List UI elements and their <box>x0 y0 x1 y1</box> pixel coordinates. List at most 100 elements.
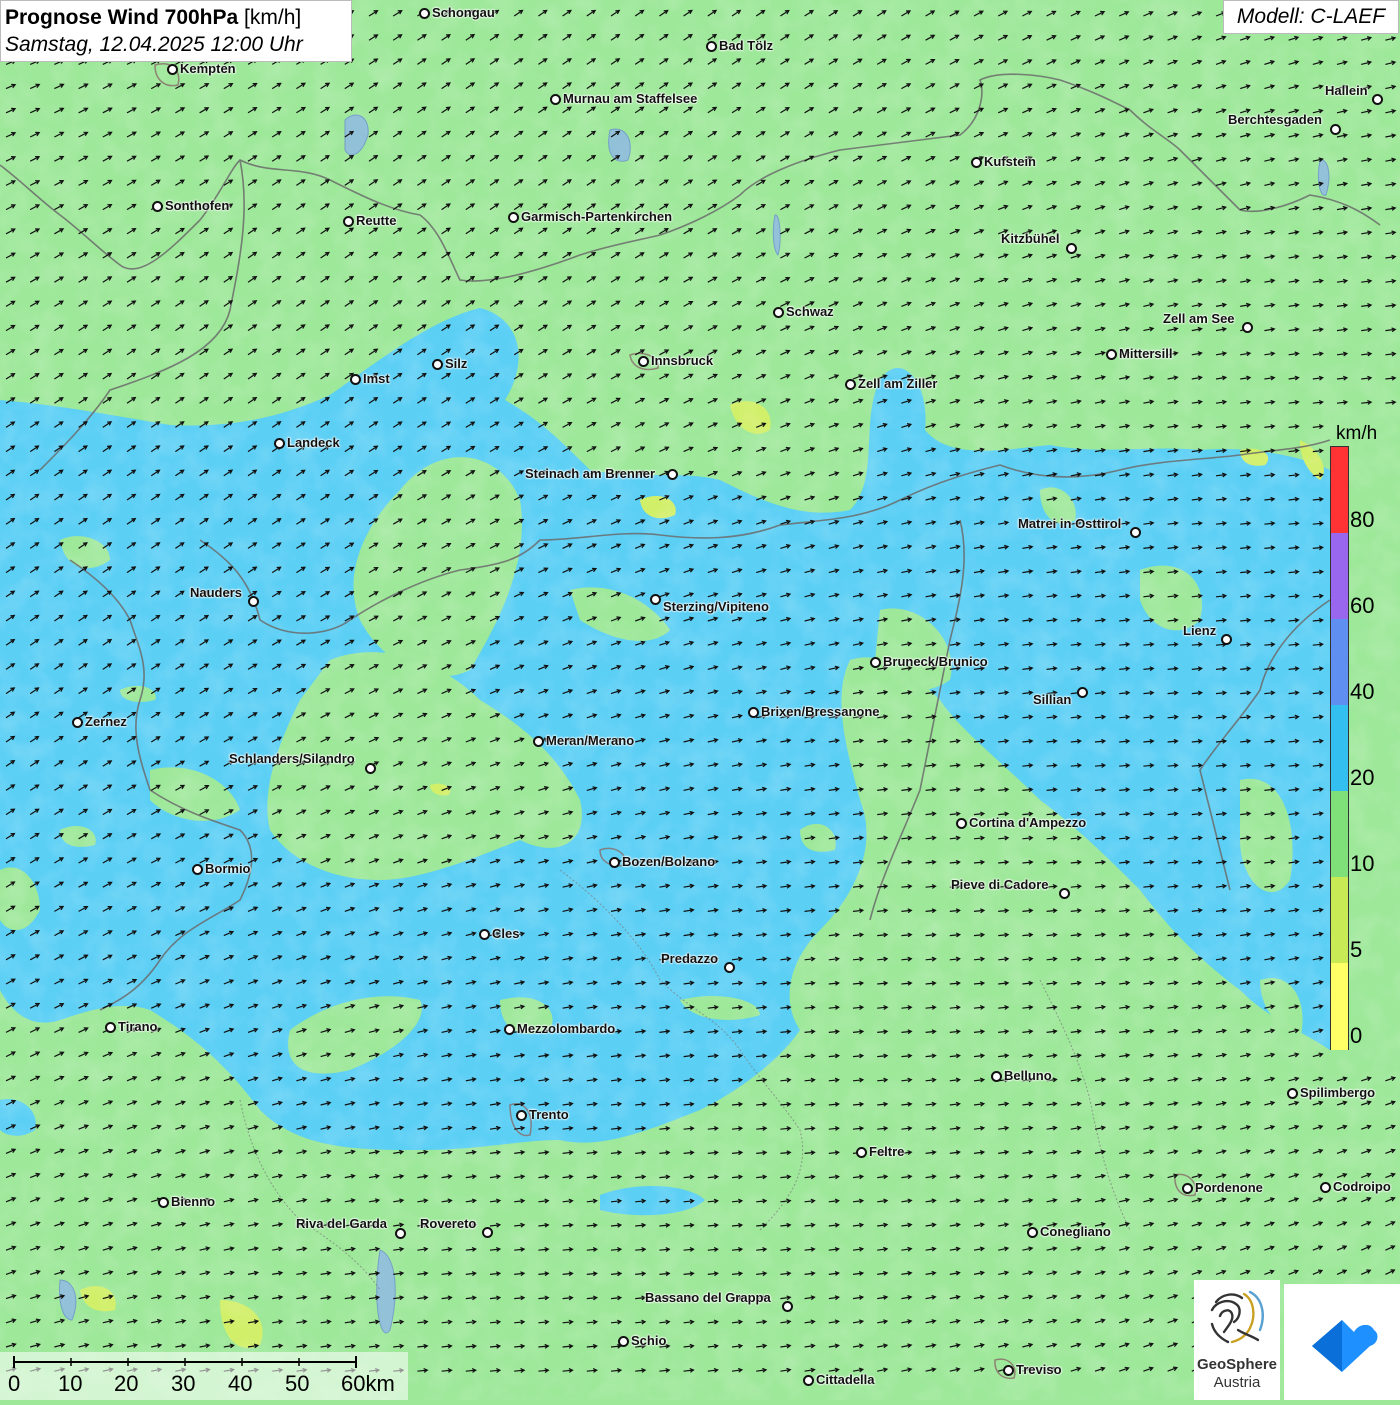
city-marker[interactable] <box>971 157 982 168</box>
city-label: Codroipo <box>1333 1179 1391 1194</box>
legend-label: 20 <box>1350 765 1375 790</box>
city-label: Murnau am Staffelsee <box>563 91 698 106</box>
city-marker[interactable] <box>508 212 519 223</box>
city-label: Kufstein <box>984 154 1036 169</box>
map-date: Samstag, 12.04.2025 12:00 Uhr <box>5 33 303 56</box>
city-label: Silz <box>445 356 468 371</box>
scale-label: 40 <box>228 1371 253 1396</box>
city-label: Matrei in Osttirol <box>1018 516 1122 531</box>
city-marker[interactable] <box>432 359 443 370</box>
city-label: Schlanders/Silandro <box>229 751 355 766</box>
geosphere-logo[interactable]: GeoSphere Austria <box>1194 1280 1280 1400</box>
city-label: Pieve di Cadore <box>951 877 1049 892</box>
map-title-box: Prognose Wind 700hPa [km/h] Samstag, 12.… <box>0 0 352 62</box>
model-label: Modell: C-LAEF <box>1223 0 1399 34</box>
city-marker[interactable] <box>167 64 178 75</box>
city-marker[interactable] <box>1182 1183 1193 1194</box>
city-marker[interactable] <box>991 1071 1002 1082</box>
city-marker[interactable] <box>609 857 620 868</box>
city-marker[interactable] <box>1077 687 1088 698</box>
city-marker[interactable] <box>803 1375 814 1386</box>
city-marker[interactable] <box>1003 1365 1014 1376</box>
city-label: Lienz <box>1183 623 1217 638</box>
city-marker[interactable] <box>395 1228 406 1239</box>
geosphere-fingerprint-icon <box>1210 1290 1264 1344</box>
city-marker[interactable] <box>1221 634 1232 645</box>
city-label: Reutte <box>356 213 397 228</box>
city-label: Trento <box>529 1107 569 1122</box>
legend-segment <box>1331 963 1348 1050</box>
city-marker[interactable] <box>638 356 649 367</box>
city-marker[interactable] <box>105 1022 116 1033</box>
legend-unit: km/h <box>1336 423 1378 444</box>
city-marker[interactable] <box>1059 888 1070 899</box>
city-label: Landeck <box>287 435 340 450</box>
city-marker[interactable] <box>365 763 376 774</box>
city-label: Bienno <box>171 1194 216 1209</box>
city-marker[interactable] <box>1106 349 1117 360</box>
city-label: Hallein <box>1325 83 1368 98</box>
city-marker[interactable] <box>550 94 561 105</box>
city-marker[interactable] <box>667 469 678 480</box>
geosphere-country: Austria <box>1213 1374 1261 1391</box>
city-marker[interactable] <box>152 201 163 212</box>
city-label: Bruneck/Brunico <box>883 654 988 669</box>
city-marker[interactable] <box>1372 94 1383 105</box>
city-marker[interactable] <box>158 1197 169 1208</box>
legend-segment <box>1331 533 1348 620</box>
city-marker[interactable] <box>343 216 354 227</box>
warn-app-logo[interactable] <box>1284 1284 1400 1400</box>
city-marker[interactable] <box>650 594 661 605</box>
legend-segment <box>1331 791 1348 878</box>
scale-label: 60km <box>341 1371 395 1396</box>
city-marker[interactable] <box>706 41 717 52</box>
city-label: Conegliano <box>1040 1224 1111 1239</box>
city-marker[interactable] <box>845 379 856 390</box>
city-label: Riva del Garda <box>296 1216 388 1231</box>
city-marker[interactable] <box>748 707 759 718</box>
city-marker[interactable] <box>274 438 285 449</box>
scale-label: 30 <box>171 1371 196 1396</box>
city-marker[interactable] <box>419 8 430 19</box>
map-title: Prognose Wind 700hPa [km/h] <box>5 4 347 32</box>
city-label: Garmisch-Partenkirchen <box>521 209 673 224</box>
city-marker[interactable] <box>504 1024 515 1035</box>
city-label: Innsbruck <box>651 353 714 368</box>
city-label: Schongau <box>432 5 495 20</box>
city-label: Kitzbühel <box>1001 231 1060 246</box>
legend-segment <box>1331 447 1348 534</box>
city-label: Feltre <box>869 1144 905 1159</box>
city-marker[interactable] <box>1320 1182 1331 1193</box>
city-marker[interactable] <box>1242 322 1253 333</box>
city-marker[interactable] <box>956 818 967 829</box>
city-marker[interactable] <box>516 1110 527 1121</box>
city-marker[interactable] <box>1130 527 1141 538</box>
city-marker[interactable] <box>782 1301 793 1312</box>
city-marker[interactable] <box>724 962 735 973</box>
city-marker[interactable] <box>870 657 881 668</box>
city-marker[interactable] <box>479 929 490 940</box>
city-label: Nauders <box>190 585 243 600</box>
city-marker[interactable] <box>482 1227 493 1238</box>
city-marker[interactable] <box>856 1147 867 1158</box>
city-label: Steinach am Brenner <box>525 466 656 481</box>
city-marker[interactable] <box>533 736 544 747</box>
city-label: Bassano del Grappa <box>645 1290 771 1305</box>
city-marker[interactable] <box>72 717 83 728</box>
city-label: Belluno <box>1004 1068 1052 1083</box>
city-marker[interactable] <box>1027 1227 1038 1238</box>
city-label: Zell am See <box>1163 311 1235 326</box>
warn-app-icon <box>1312 1320 1378 1372</box>
scale-label: 20 <box>114 1371 139 1396</box>
city-label: Bad Tölz <box>719 38 774 53</box>
city-marker[interactable] <box>618 1336 629 1347</box>
city-label: Sillian <box>1033 692 1072 707</box>
city-marker[interactable] <box>350 374 361 385</box>
city-marker[interactable] <box>773 307 784 318</box>
city-marker[interactable] <box>1330 124 1341 135</box>
city-marker[interactable] <box>1066 243 1077 254</box>
legend-label: 60 <box>1350 593 1375 618</box>
city-marker[interactable] <box>1287 1088 1298 1099</box>
city-marker[interactable] <box>248 596 259 607</box>
city-marker[interactable] <box>192 864 203 875</box>
